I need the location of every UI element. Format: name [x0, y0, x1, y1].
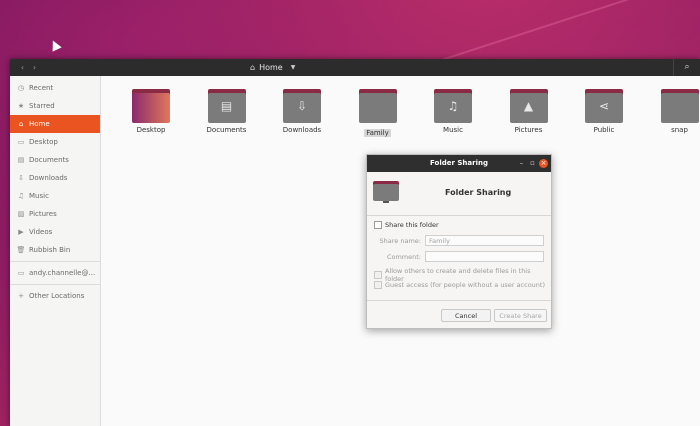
back-button[interactable]: ‹	[17, 62, 28, 73]
sidebar-item-other-locations[interactable]: + Other Locations	[10, 287, 100, 305]
file-name: Family	[364, 129, 391, 137]
file-item[interactable]: snap	[645, 79, 700, 134]
share-folder-label: Share this folder	[385, 221, 439, 229]
pictures-folder-icon: ▲	[509, 89, 548, 123]
sidebar-item-label: Documents	[29, 156, 69, 164]
trash-icon: 🗑	[16, 246, 26, 254]
dialog-heading: Folder Sharing	[445, 188, 512, 197]
file-name: snap	[671, 126, 688, 134]
maximize-icon[interactable]: ▫	[528, 159, 537, 168]
sidebar-item-recent[interactable]: ◷ Recent	[10, 79, 100, 97]
home-icon: ⌂	[250, 63, 256, 72]
file-item[interactable]: ▤ Documents	[192, 79, 262, 134]
folder-sharing-dialog: Folder Sharing – ▫ × Folder Sharing Shar…	[366, 154, 552, 329]
sidebar-item-label: Starred	[29, 102, 55, 110]
sidebar-item-label: Recent	[29, 84, 54, 92]
sidebar-item-label: Pictures	[29, 210, 57, 218]
file-item[interactable]: ♫ Music	[418, 79, 488, 134]
sidebar-item-music[interactable]: ♫ Music	[10, 187, 100, 205]
comment-field[interactable]	[425, 251, 544, 262]
file-item[interactable]: ▲ Pictures	[494, 79, 564, 134]
sidebar-item-label: Desktop	[29, 138, 58, 146]
sidebar-item-label: Other Locations	[29, 292, 85, 300]
picture-icon: ▨	[17, 210, 25, 218]
guest-access-checkbox[interactable]: Guest access (for people without a user …	[374, 281, 545, 289]
document-icon: ▤	[17, 156, 25, 164]
downloads-folder-icon: ⇩	[283, 89, 321, 123]
shared-folder-icon	[373, 181, 399, 203]
sidebar: ◷ Recent ★ Starred ⌂ Home ▭ Desktop ▤ Documents ⇩ D…	[10, 76, 101, 426]
checkbox-box[interactable]	[374, 221, 382, 229]
checkbox-box[interactable]	[374, 271, 382, 279]
folder-icon	[358, 89, 397, 123]
search-button[interactable]: ⌕	[673, 59, 700, 76]
sidebar-item-label: Downloads	[29, 174, 68, 182]
header-bar: ‹ › ⌂ Home ▼ ⌕	[10, 59, 700, 76]
home-icon: ⌂	[18, 120, 24, 128]
sidebar-item-label: Music	[29, 192, 49, 200]
folder-icon	[660, 89, 699, 123]
sidebar-item-downloads[interactable]: ⇩ Downloads	[10, 169, 100, 187]
sidebar-item-label: Home	[29, 120, 50, 128]
file-name: Documents	[206, 126, 247, 134]
music-folder-icon: ♫	[434, 89, 472, 123]
sidebar-item-home[interactable]: ⌂ Home	[10, 115, 100, 133]
path-bar[interactable]: ⌂ Home ▼	[250, 61, 310, 74]
file-name: Music	[443, 126, 463, 134]
file-name: Desktop	[136, 126, 166, 134]
file-name: Pictures	[514, 126, 543, 134]
music-icon: ♫	[17, 192, 25, 200]
sidebar-item-videos[interactable]: ▶ Videos	[10, 223, 100, 241]
sidebar-item-andy-channelle[interactable]: ▭ andy.channelle@...	[10, 264, 100, 282]
forward-button[interactable]: ›	[29, 62, 40, 73]
desktop-icon: ▭	[17, 138, 25, 146]
plus-icon: +	[18, 292, 24, 300]
download-icon: ⇩	[18, 174, 24, 182]
minimize-icon[interactable]: –	[517, 159, 526, 168]
cancel-button[interactable]: Cancel	[441, 309, 491, 322]
share-name-label: Share name:	[379, 237, 421, 245]
documents-folder-icon: ▤	[207, 89, 246, 123]
file-item[interactable]: ⋖ Public	[569, 79, 639, 134]
clock-icon: ◷	[17, 84, 25, 92]
checkbox-box[interactable]	[374, 281, 382, 289]
share-folder-checkbox[interactable]: Share this folder	[374, 221, 439, 229]
file-manager-window: ‹ › ⌂ Home ▼ ⌕ ◷ Recent ★ Starred ⌂ Home ▭ Desk…	[10, 59, 700, 426]
sidebar-item-starred[interactable]: ★ Starred	[10, 97, 100, 115]
public-folder-icon: ⋖	[585, 89, 623, 123]
chevron-down-icon[interactable]: ▼	[291, 64, 296, 71]
network-drive-icon: ▭	[17, 269, 25, 277]
file-item[interactable]: ⇩ Downloads	[267, 79, 337, 134]
sidebar-item-pictures[interactable]: ▨ Pictures	[10, 205, 100, 223]
sidebar-separator	[10, 261, 100, 262]
create-share-button[interactable]: Create Share	[494, 309, 547, 322]
star-icon: ★	[17, 102, 25, 110]
desktop-folder-icon	[132, 89, 170, 123]
guest-access-label: Guest access (for people without a user …	[385, 281, 545, 289]
file-name: Public	[593, 126, 615, 134]
file-item[interactable]: Family	[343, 79, 413, 137]
close-icon[interactable]: ×	[539, 159, 548, 168]
share-name-field[interactable]: Family	[425, 235, 544, 246]
video-icon: ▶	[18, 228, 24, 236]
sidebar-item-label: andy.channelle@...	[29, 269, 96, 277]
path-label: Home	[259, 63, 283, 72]
divider	[367, 215, 551, 216]
sidebar-item-rubbish-bin[interactable]: 🗑 Rubbish Bin	[10, 241, 100, 259]
sidebar-item-label: Rubbish Bin	[29, 246, 71, 254]
sidebar-separator	[10, 284, 100, 285]
search-icon: ⌕	[684, 62, 690, 72]
comment-label: Comment:	[386, 253, 421, 261]
file-item[interactable]: Desktop	[116, 79, 186, 134]
file-name: Downloads	[282, 126, 322, 134]
sidebar-item-desktop[interactable]: ▭ Desktop	[10, 133, 100, 151]
sidebar-item-label: Videos	[29, 228, 53, 236]
divider	[367, 300, 551, 301]
sidebar-item-documents[interactable]: ▤ Documents	[10, 151, 100, 169]
